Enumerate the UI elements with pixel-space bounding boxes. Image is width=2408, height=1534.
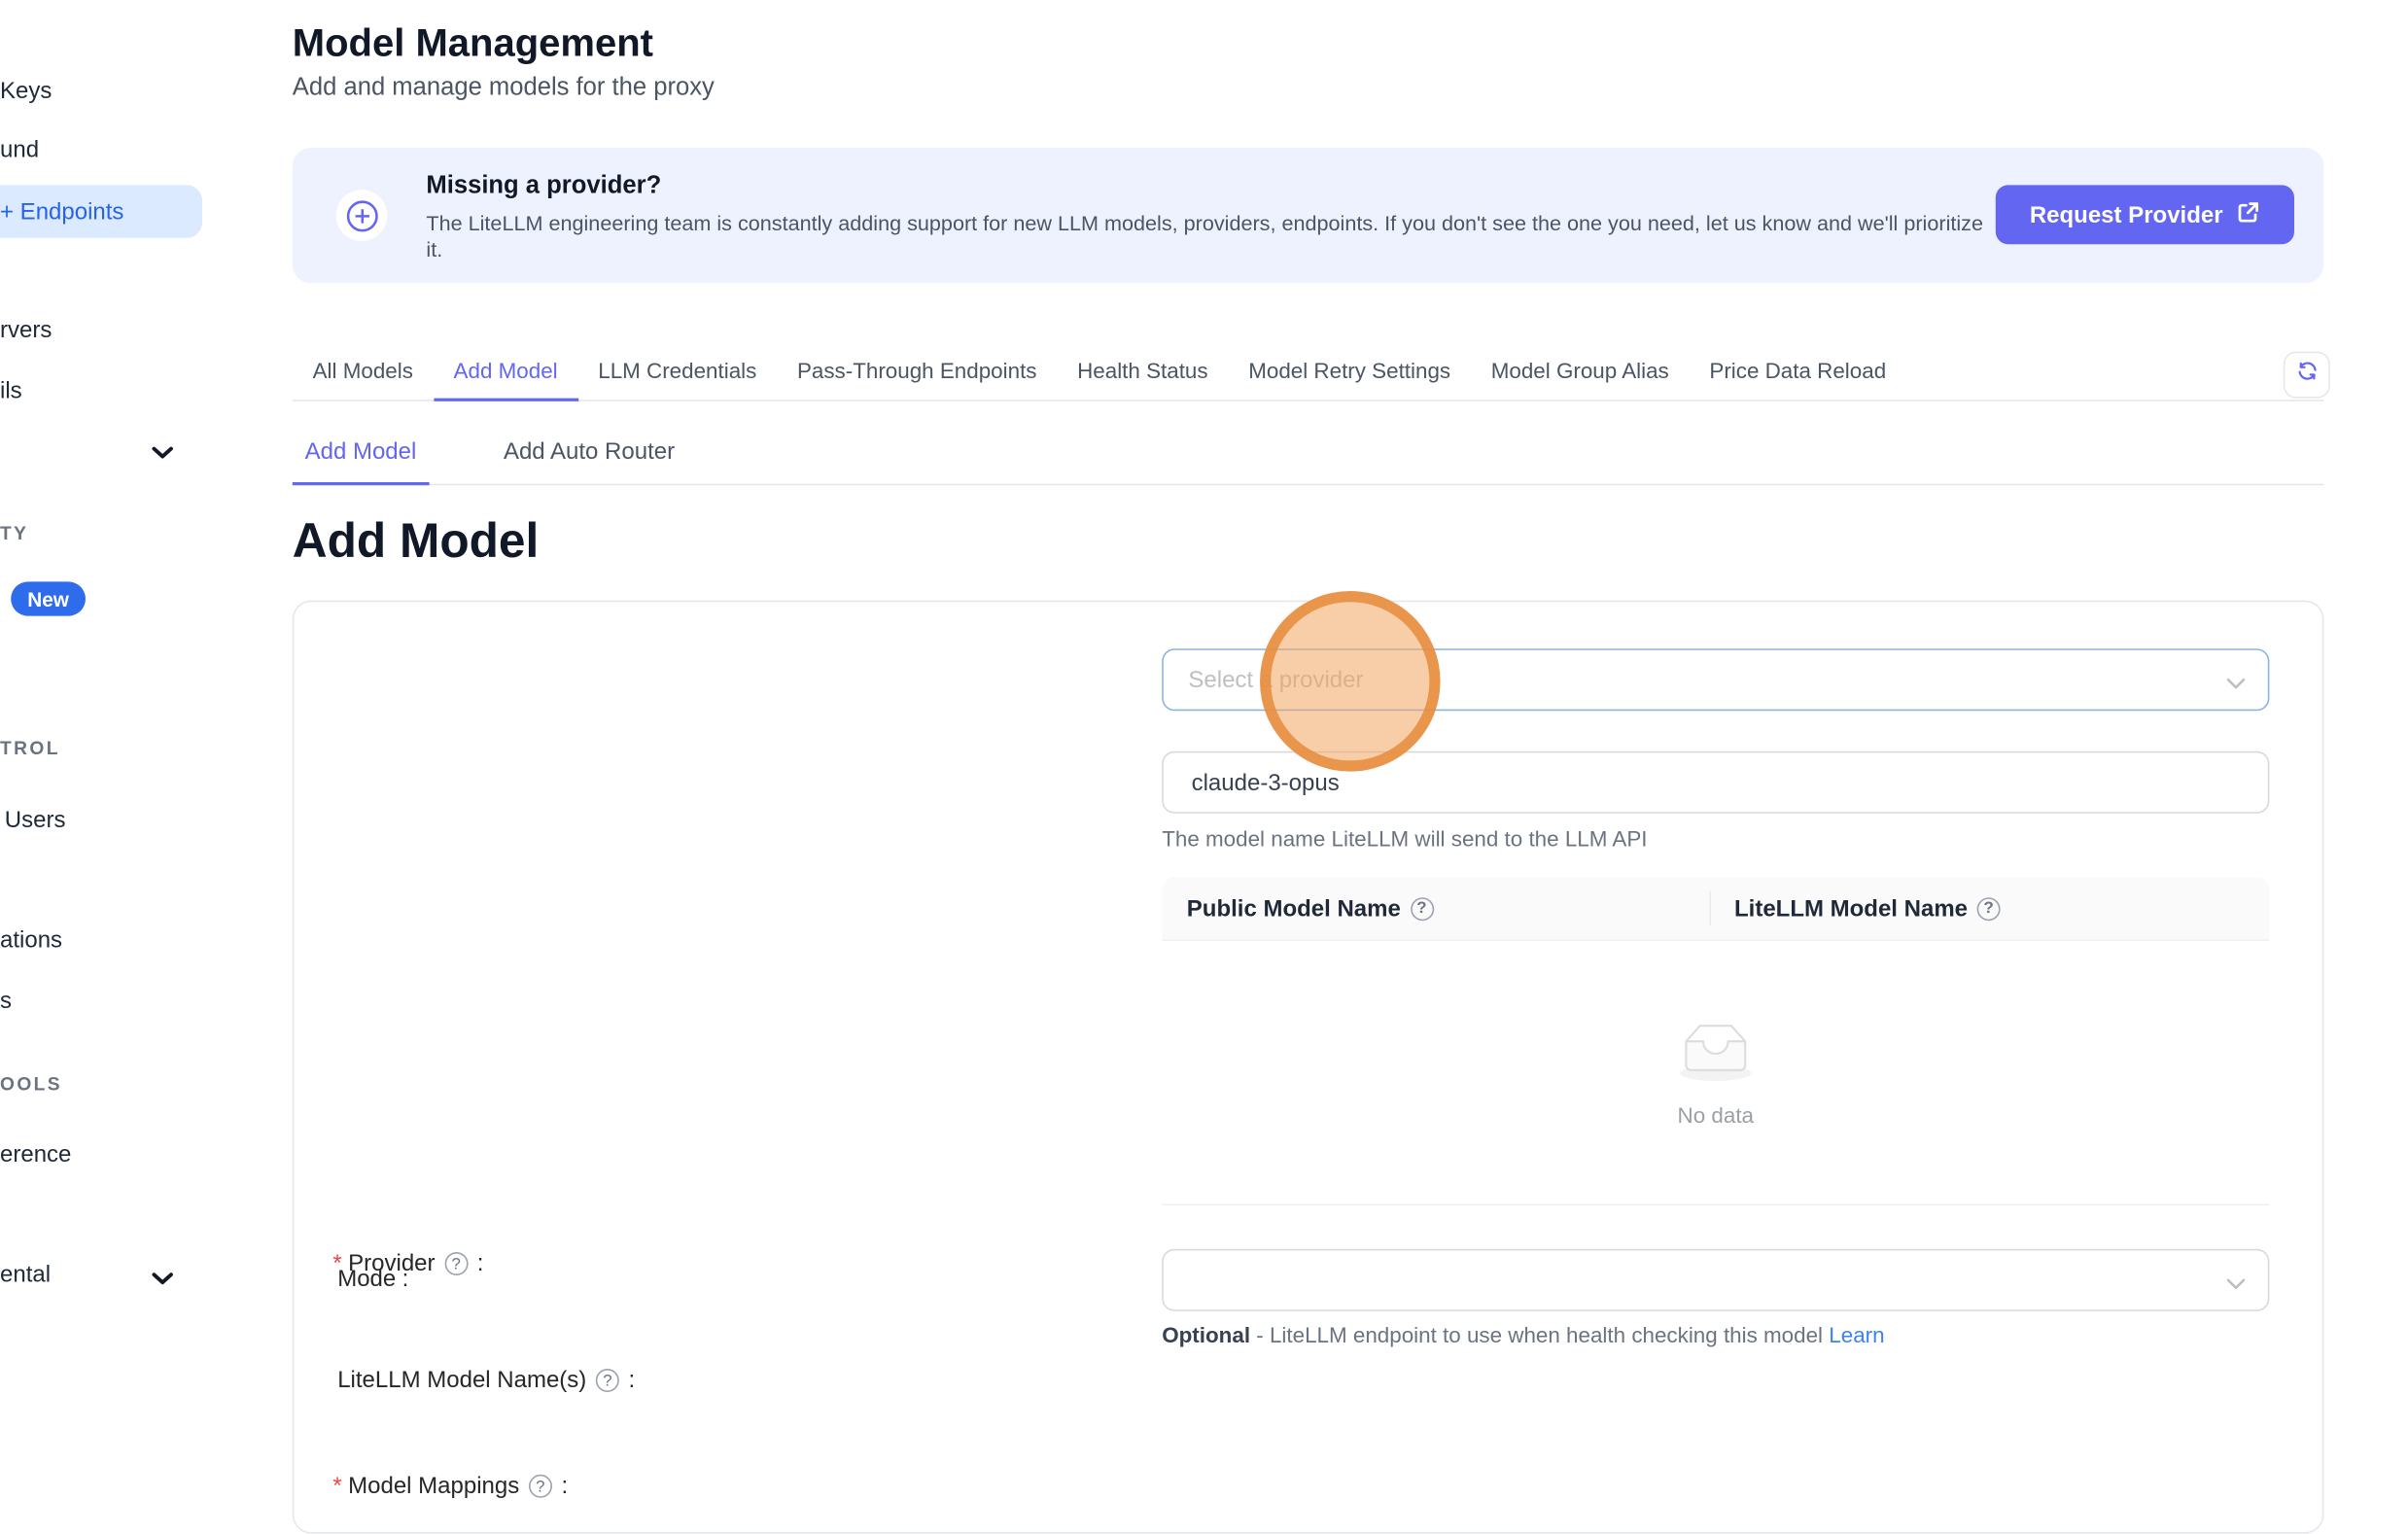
- subtab-add-auto-router[interactable]: Add Auto Router: [491, 426, 687, 483]
- sidebar-item-teams[interactable]: s: [0, 988, 12, 1014]
- plus-circle-icon: [336, 190, 388, 241]
- tab-pass-through-endpoints[interactable]: Pass-Through Endpoints: [777, 348, 1057, 400]
- missing-provider-banner: Missing a provider? The LiteLLM engineer…: [293, 148, 2324, 283]
- sidebar-item-keys[interactable]: Keys: [0, 78, 52, 104]
- sidebar-item-users[interactable]: Users: [5, 807, 66, 833]
- add-model-subtabs: Add Model Add Auto Router: [293, 426, 2324, 485]
- chevron-down-icon[interactable]: [151, 440, 174, 469]
- tab-health-status[interactable]: Health Status: [1057, 348, 1228, 400]
- banner-body: The LiteLLM engineering team is constant…: [426, 210, 1989, 262]
- model-mappings-table: Public Model Name ? LiteLLM Model Name ?: [1162, 877, 2269, 1205]
- banner-title: Missing a provider?: [426, 173, 661, 201]
- sidebar-section-label: TY: [0, 523, 28, 544]
- mode-label-text: Mode: [337, 1266, 396, 1292]
- sidebar-item-servers[interactable]: rvers: [0, 317, 52, 343]
- model-name-label: LiteLLM Model Name(s) ? :: [337, 1367, 635, 1393]
- column-divider: [1709, 891, 1711, 925]
- add-model-heading: Add Model: [293, 513, 539, 570]
- sidebar-section-label: TROL: [0, 737, 60, 758]
- model-mappings-label: * Model Mappings ? :: [332, 1473, 568, 1499]
- sidebar-item-experimental[interactable]: ental: [0, 1262, 51, 1288]
- new-badge: New: [11, 581, 86, 615]
- request-provider-label: Request Provider: [2030, 201, 2223, 227]
- app-root: Keys und + Endpoints rvers ils TY New TR…: [0, 0, 2408, 1347]
- sidebar-item-reference[interactable]: erence: [0, 1141, 71, 1168]
- label-colon: :: [477, 1250, 484, 1276]
- mappings-empty-state: No data: [1162, 941, 2269, 1205]
- chevron-down-icon: [2226, 1271, 2247, 1299]
- sidebar-item-playground[interactable]: und: [0, 137, 39, 163]
- sidebar-section-label: OOLS: [0, 1073, 62, 1095]
- page-title: Model Management: [293, 21, 653, 66]
- chevron-down-icon[interactable]: [151, 1266, 174, 1294]
- help-icon[interactable]: ?: [596, 1369, 619, 1392]
- empty-inbox-icon: [1664, 1017, 1767, 1090]
- help-icon[interactable]: ?: [444, 1252, 468, 1275]
- tab-add-model[interactable]: Add Model: [434, 348, 578, 401]
- column-public-model-name: Public Model Name ?: [1162, 895, 1709, 922]
- tab-all-models[interactable]: All Models: [293, 348, 434, 400]
- mode-label: Mode :: [337, 1266, 408, 1292]
- help-icon[interactable]: ?: [1410, 896, 1433, 920]
- no-data-text: No data: [1678, 1102, 1754, 1128]
- sidebar-item-rails[interactable]: ils: [0, 378, 22, 404]
- column-label: Public Model Name: [1187, 895, 1401, 922]
- sidebar-item-models-endpoints[interactable]: + Endpoints: [0, 185, 202, 237]
- sidebar-item-organizations[interactable]: ations: [0, 927, 62, 954]
- external-link-icon: [2237, 200, 2260, 229]
- learn-link[interactable]: Learn: [1829, 1322, 1884, 1347]
- click-indicator: [1260, 591, 1441, 772]
- optional-bold: Optional: [1162, 1322, 1250, 1347]
- optional-text: - LiteLLM endpoint to use when health ch…: [1250, 1322, 1829, 1347]
- subtab-add-model[interactable]: Add Model: [293, 426, 429, 485]
- model-name-input[interactable]: [1188, 768, 2127, 797]
- model-tabs: All Models Add Model LLM Credentials Pas…: [293, 348, 2324, 401]
- refresh-icon: [2295, 360, 2319, 391]
- model-name-helper: The model name LiteLLM will send to the …: [1162, 826, 1647, 852]
- chevron-down-icon: [2226, 671, 2247, 699]
- request-provider-button[interactable]: Request Provider: [1996, 185, 2294, 244]
- mode-select[interactable]: [1162, 1249, 2269, 1311]
- help-icon[interactable]: ?: [529, 1475, 552, 1498]
- tab-llm-credentials[interactable]: LLM Credentials: [577, 348, 777, 400]
- model-mappings-label-text: Model Mappings: [348, 1473, 519, 1499]
- model-name-label-text: LiteLLM Model Name(s): [337, 1367, 586, 1393]
- label-colon: :: [561, 1473, 568, 1499]
- label-colon: :: [629, 1367, 636, 1393]
- help-icon[interactable]: ?: [1977, 896, 2001, 920]
- column-label: LiteLLM Model Name: [1734, 895, 1968, 922]
- label-colon: :: [402, 1266, 409, 1292]
- refresh-button[interactable]: [2284, 352, 2330, 399]
- required-mark: *: [332, 1473, 341, 1499]
- column-litellm-model-name: LiteLLM Model Name ?: [1709, 895, 2007, 922]
- page-subtitle: Add and manage models for the proxy: [293, 75, 715, 103]
- tab-price-data-reload[interactable]: Price Data Reload: [1690, 348, 1906, 400]
- sidebar-item-label: + Endpoints: [0, 198, 123, 225]
- tab-model-retry-settings[interactable]: Model Retry Settings: [1228, 348, 1471, 400]
- tab-model-group-alias[interactable]: Model Group Alias: [1471, 348, 1690, 400]
- mode-helper: Optional - LiteLLM endpoint to use when …: [1162, 1322, 1884, 1347]
- mappings-table-header: Public Model Name ? LiteLLM Model Name ?: [1162, 877, 2269, 941]
